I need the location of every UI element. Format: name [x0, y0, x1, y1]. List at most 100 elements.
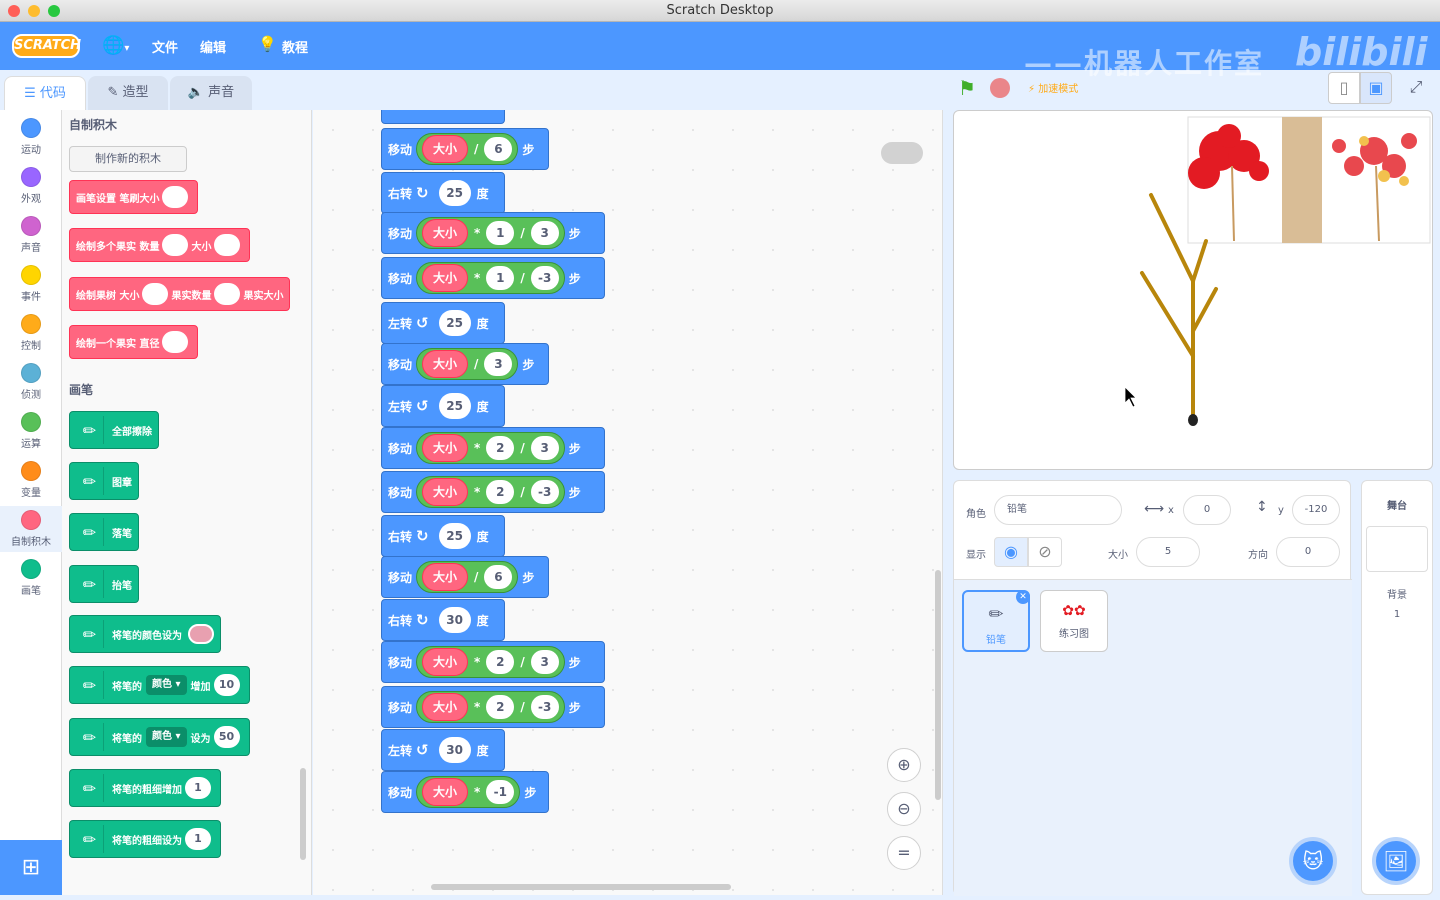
number-input[interactable]: 30 [438, 607, 471, 633]
category-1[interactable]: 外观 [0, 163, 62, 209]
show-hidden-button[interactable]: ⊘ [1028, 537, 1062, 567]
fullscreen-button[interactable]: ⤢ [1400, 72, 1432, 104]
number-input[interactable]: 6 [484, 137, 513, 161]
variable-size[interactable]: 大小 [422, 648, 469, 676]
size-input[interactable]: 5 [1136, 537, 1200, 567]
menu-tutorials[interactable]: 教程 [282, 37, 308, 56]
operator-reporter[interactable]: 大小 * 1 / -3 [416, 262, 565, 294]
number-input[interactable]: 3 [484, 352, 513, 376]
pen-stamp-block[interactable]: ✏ 图章 [69, 462, 139, 500]
turn-block[interactable]: 左转 ↺ 25 度 [381, 385, 505, 427]
number-input[interactable]: 30 [438, 737, 471, 763]
operator-reporter[interactable]: 大小 * 2 / 3 [416, 646, 565, 678]
move-block[interactable]: 移动 大小 * 2 / 3 步 [381, 427, 605, 469]
add-backdrop-button[interactable]: 🖼 [1372, 837, 1420, 885]
category-7[interactable]: 变量 [0, 457, 62, 503]
variable-size[interactable]: 大小 [422, 219, 469, 247]
pen-up-block[interactable]: ✏ 抬笔 [69, 565, 139, 603]
sprite-thumb-practice[interactable]: ✿✿ 练习图 [1040, 590, 1108, 652]
pen-down-block[interactable]: ✏ 落笔 [69, 513, 139, 551]
tab-costumes[interactable]: ✎ 造型 [88, 76, 168, 110]
number-input[interactable]: -3 [530, 480, 559, 504]
turn-block[interactable]: 左转 ↺ 30 度 [381, 729, 505, 771]
large-stage-button[interactable]: ▣ [1360, 72, 1392, 104]
variable-size[interactable]: 大小 [422, 264, 469, 292]
move-block[interactable]: 移动 大小 / 6 步 [381, 556, 549, 598]
green-flag-icon[interactable]: ⚑ [958, 76, 976, 100]
operator-reporter[interactable]: 大小 * 2 / -3 [416, 691, 565, 723]
variable-size[interactable]: 大小 [422, 693, 469, 721]
custom-block-draw-fruit[interactable]: 绘制一个果实 直径 [69, 325, 199, 359]
workspace-scrollbar-vertical[interactable] [935, 570, 941, 800]
set-pen-param-block[interactable]: ✏ 将笔的 颜色 ▾ 设为 50 [69, 718, 250, 756]
category-9[interactable]: 画笔 [0, 555, 62, 601]
move-block[interactable]: 移动 大小 * 2 / 3 步 [381, 641, 605, 683]
category-2[interactable]: 声音 [0, 212, 62, 258]
custom-block-draw-fruits[interactable]: 绘制多个果实 数量 大小 [69, 228, 251, 262]
sprite-name-input[interactable]: 铅笔 [994, 495, 1122, 525]
add-sprite-button[interactable]: 🐱 [1289, 837, 1337, 885]
delete-sprite-icon[interactable]: ✕ [1016, 590, 1030, 604]
variable-size[interactable]: 大小 [422, 778, 469, 806]
operator-reporter[interactable]: 大小 / 6 [416, 133, 519, 165]
number-input[interactable]: 3 [530, 221, 559, 245]
number-input[interactable]: 2 [486, 480, 515, 504]
turn-block[interactable]: 右转 ↻ 25 度 [381, 172, 505, 214]
make-a-block-button[interactable]: 制作新的积木 [69, 146, 187, 172]
change-pen-size-block[interactable]: ✏ 将笔的粗细增加 1 [69, 769, 221, 807]
move-block[interactable]: 移动 大小 * 1 / -3 步 [381, 257, 605, 299]
variable-size[interactable]: 大小 [422, 478, 469, 506]
number-input[interactable]: -1 [486, 780, 515, 804]
input-slot[interactable]: 1 [185, 777, 211, 799]
sprite-thumb-pencil[interactable]: ✏ 铅笔 ✕ [962, 590, 1030, 652]
number-input[interactable]: 3 [530, 650, 559, 674]
pen-param-dropdown[interactable]: 颜色 ▾ [146, 675, 187, 695]
direction-input[interactable]: 0 [1276, 537, 1340, 567]
number-input[interactable]: 2 [486, 650, 515, 674]
stop-sign-icon[interactable] [990, 78, 1010, 98]
move-block[interactable]: 移动 大小 / 3 步 [381, 343, 549, 385]
turn-block[interactable]: 右转 ↻ 25 度 [381, 515, 505, 557]
input-slot[interactable]: 10 [213, 674, 240, 696]
move-block[interactable]: 移动 大小 / 6 步 [381, 128, 549, 170]
number-input[interactable]: 25 [438, 180, 471, 206]
number-input[interactable]: 6 [484, 565, 513, 589]
pen-param-dropdown[interactable]: 颜色 ▾ [146, 727, 187, 747]
number-input[interactable]: 25 [438, 393, 471, 419]
pen-clear-block[interactable]: ✏ 全部擦除 [69, 411, 159, 449]
operator-reporter[interactable]: 大小 * 1 / 3 [416, 217, 565, 249]
scratch-logo[interactable]: SCRATCH [12, 34, 81, 58]
stage-canvas[interactable] [953, 110, 1433, 470]
workspace-scrollbar-horizontal[interactable] [431, 884, 731, 890]
color-swatch[interactable] [188, 624, 214, 644]
turn-block[interactable]: 右转 ↻ 30 度 [381, 599, 505, 641]
move-block[interactable]: 移动 大小 * 2 / -3 步 [381, 471, 605, 513]
turn-block-partial[interactable] [381, 110, 505, 124]
language-globe-icon[interactable]: 🌐▾ [102, 35, 129, 56]
menu-file[interactable]: 文件 [152, 37, 178, 56]
tab-code[interactable]: ☰ 代码 [4, 76, 86, 110]
operator-reporter[interactable]: 大小 * -1 [416, 776, 521, 808]
input-slot[interactable] [162, 186, 189, 208]
small-stage-button[interactable]: ▯ [1328, 72, 1360, 104]
number-input[interactable]: 3 [530, 436, 559, 460]
custom-block-pen-setup[interactable]: 画笔设置 笔刷大小 [69, 180, 199, 214]
input-slot[interactable] [162, 234, 189, 256]
number-input[interactable]: 25 [438, 523, 471, 549]
zoom-in-button[interactable]: ⊕ [887, 748, 921, 782]
category-3[interactable]: 事件 [0, 261, 62, 307]
variable-size[interactable]: 大小 [422, 434, 469, 462]
category-8[interactable]: 自制积木 [0, 506, 62, 552]
move-block[interactable]: 移动 大小 * 2 / -3 步 [381, 686, 605, 728]
category-4[interactable]: 控制 [0, 310, 62, 356]
input-slot[interactable]: 1 [185, 828, 211, 850]
input-slot[interactable] [162, 331, 189, 353]
pencil-sprite[interactable] [1188, 414, 1198, 426]
number-input[interactable]: -3 [530, 266, 559, 290]
input-slot[interactable] [142, 283, 169, 305]
set-pen-size-block[interactable]: ✏ 将笔的粗细设为 1 [69, 820, 221, 858]
input-slot[interactable] [214, 283, 241, 305]
number-input[interactable]: -3 [530, 695, 559, 719]
move-block[interactable]: 移动 大小 * -1 步 [381, 771, 549, 813]
operator-reporter[interactable]: 大小 * 2 / -3 [416, 476, 565, 508]
